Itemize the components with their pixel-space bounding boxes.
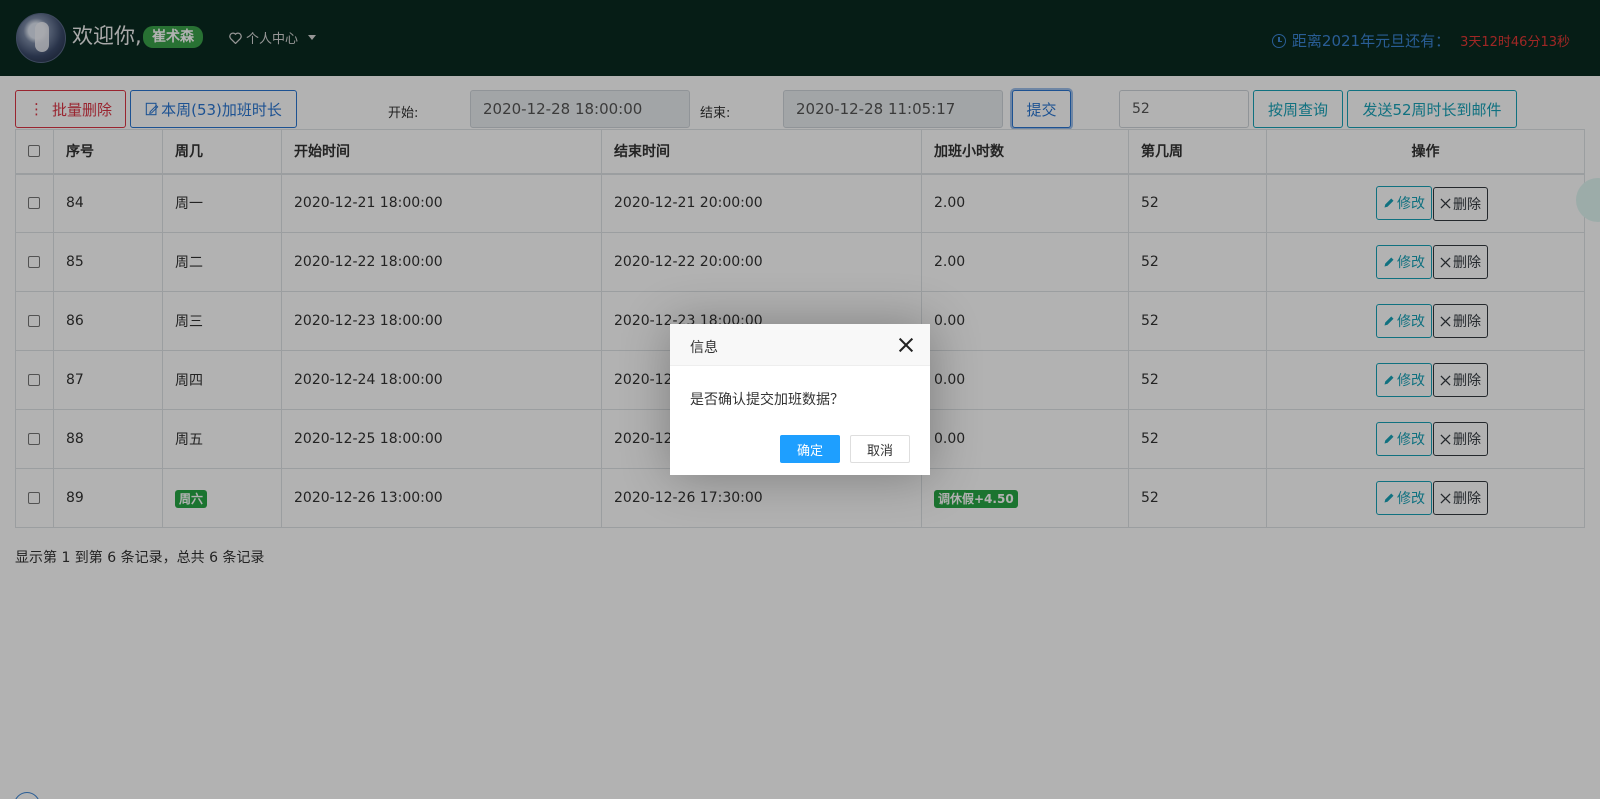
cancel-button[interactable]: 取消	[850, 435, 910, 463]
dialog-title: 信息	[690, 340, 718, 356]
confirm-dialog: 信息 是否确认提交加班数据？ 确定 取消	[670, 324, 930, 475]
close-icon[interactable]	[898, 337, 914, 353]
dialog-header: 信息	[670, 324, 930, 366]
confirm-button[interactable]: 确定	[780, 435, 840, 463]
dialog-message: 是否确认提交加班数据？	[690, 392, 844, 408]
